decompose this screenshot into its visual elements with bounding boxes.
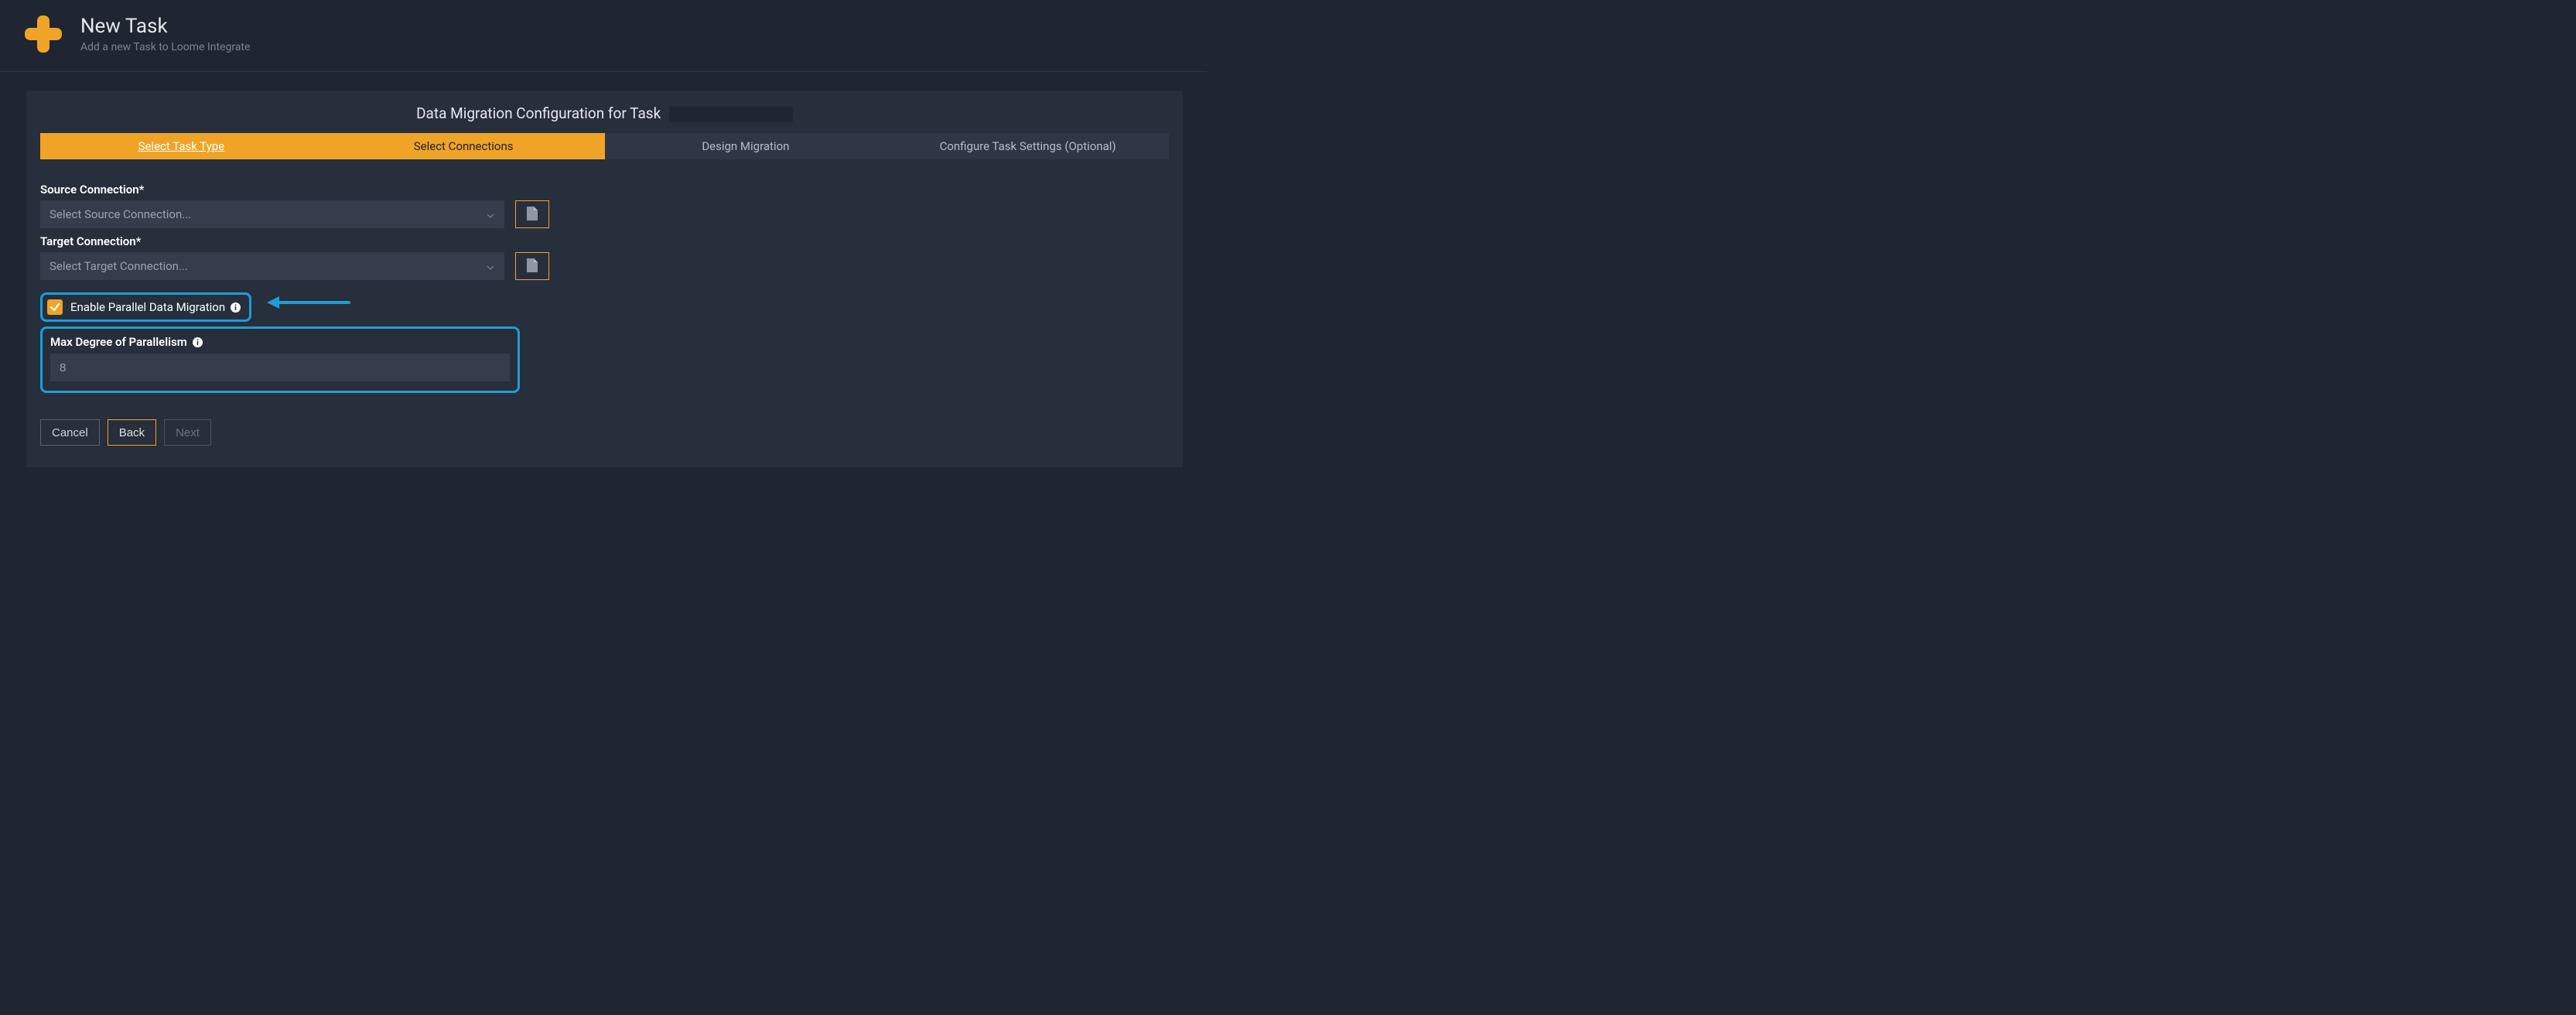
target-connection-label: Target Connection* <box>40 234 1169 248</box>
source-connection-placeholder: Select Source Connection... <box>50 207 191 221</box>
info-icon[interactable] <box>192 337 203 348</box>
page-header: New Task Add a new Task to Loome Integra… <box>0 14 1207 54</box>
step-design-migration[interactable]: Design Migration <box>605 133 887 159</box>
wizard-stepper: Select Task Type Select Connections Desi… <box>40 133 1169 159</box>
wizard-footer: Cancel Back Next <box>40 419 1169 446</box>
config-panel: Data Migration Configuration for Task Se… <box>26 91 1183 467</box>
target-connection-select[interactable]: Select Target Connection... <box>40 252 504 280</box>
header-divider <box>0 71 1207 72</box>
source-connection-select[interactable]: Select Source Connection... <box>40 200 504 228</box>
step-select-connections[interactable]: Select Connections <box>323 133 605 159</box>
enable-parallel-label: Enable Parallel Data Migration <box>70 300 225 314</box>
max-dop-input[interactable] <box>50 354 510 381</box>
page-subtitle: Add a new Task to Loome Integrate <box>80 41 250 53</box>
max-dop-label: Max Degree of Parallelism <box>50 335 187 349</box>
enable-parallel-highlight: Enable Parallel Data Migration <box>40 292 251 322</box>
cancel-button[interactable]: Cancel <box>40 419 100 446</box>
file-icon <box>525 206 539 224</box>
source-connection-label: Source Connection* <box>40 183 1169 197</box>
max-dop-highlight: Max Degree of Parallelism <box>40 326 520 393</box>
step-select-task-type[interactable]: Select Task Type <box>40 133 323 159</box>
back-button[interactable]: Back <box>108 419 156 446</box>
step-configure-task-settings[interactable]: Configure Task Settings (Optional) <box>887 133 1169 159</box>
info-icon[interactable] <box>230 302 241 313</box>
target-connection-new-button[interactable] <box>515 252 549 280</box>
chevron-down-icon <box>486 210 495 219</box>
page-title: New Task <box>80 15 250 39</box>
panel-title-text: Data Migration Configuration for Task <box>416 104 661 122</box>
panel-title: Data Migration Configuration for Task <box>40 104 1169 122</box>
task-name-redacted <box>669 107 793 122</box>
next-button[interactable]: Next <box>164 419 211 446</box>
chevron-down-icon <box>486 261 495 271</box>
annotation-arrow-icon <box>265 294 350 314</box>
enable-parallel-checkbox[interactable] <box>47 299 63 315</box>
source-connection-new-button[interactable] <box>515 200 549 228</box>
target-connection-placeholder: Select Target Connection... <box>50 259 188 273</box>
plus-icon <box>23 14 63 54</box>
file-icon <box>525 258 539 275</box>
